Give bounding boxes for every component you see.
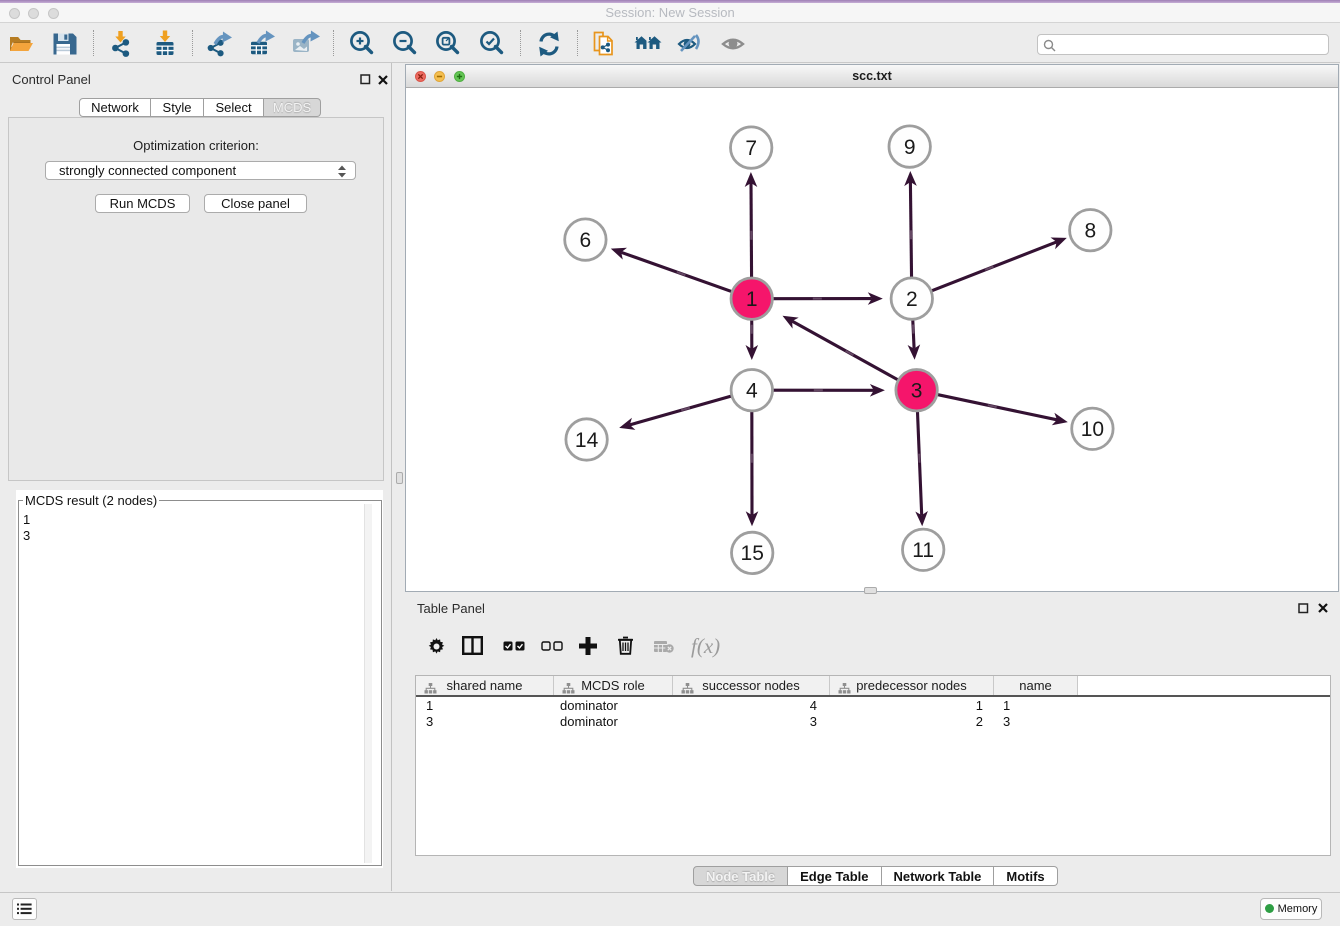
svg-text:14: 14 bbox=[575, 429, 599, 452]
svg-text:15: 15 bbox=[741, 542, 764, 565]
svg-text:8: 8 bbox=[1084, 220, 1096, 243]
svg-text:3: 3 bbox=[911, 380, 923, 403]
svg-text:11: 11 bbox=[912, 539, 934, 562]
svg-text:9: 9 bbox=[904, 136, 916, 159]
svg-text:10: 10 bbox=[1081, 418, 1104, 441]
svg-text:7: 7 bbox=[745, 137, 757, 160]
svg-text:2: 2 bbox=[906, 288, 918, 311]
svg-text:1: 1 bbox=[746, 288, 758, 311]
svg-text:6: 6 bbox=[580, 229, 592, 252]
svg-text:4: 4 bbox=[746, 380, 758, 403]
